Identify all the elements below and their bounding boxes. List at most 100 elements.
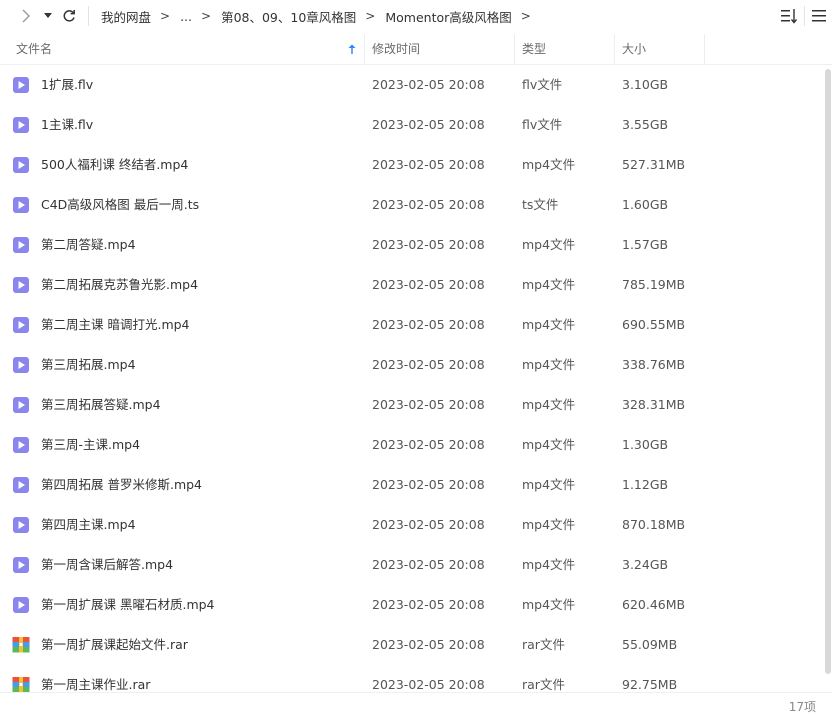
status-bar: 17项 — [0, 692, 832, 718]
file-size: 1.30GB — [622, 437, 669, 452]
file-size: 785.19MB — [622, 277, 686, 292]
breadcrumb-separator: > — [201, 9, 212, 23]
breadcrumb-separator: > — [365, 9, 376, 23]
file-name: 第四周拓展 普罗米修斯.mp4 — [41, 477, 203, 492]
file-modified-time: 2023-02-05 20:08 — [372, 197, 485, 212]
file-modified-time: 2023-02-05 20:08 — [372, 597, 485, 612]
file-name: 1扩展.flv — [41, 77, 94, 92]
file-name: 第二周拓展克苏鲁光影.mp4 — [41, 277, 199, 292]
file-size: 3.10GB — [622, 77, 669, 92]
history-dropdown-button[interactable] — [40, 4, 56, 28]
file-row[interactable]: 第一周含课后解答.mp4 2023-02-05 20:08 mp4文件 3.24… — [0, 545, 824, 585]
file-row[interactable]: 1扩展.flv 2023-02-05 20:08 flv文件 3.10GB — [0, 65, 824, 105]
video-file-icon — [13, 357, 29, 373]
file-size: 870.18MB — [622, 517, 686, 532]
column-header-size[interactable]: 大小 — [614, 34, 704, 64]
file-name: 第二周答疑.mp4 — [41, 237, 136, 252]
file-name: 第一周含课后解答.mp4 — [41, 557, 174, 572]
file-size: 3.55GB — [622, 117, 669, 132]
file-name: 1主课.flv — [41, 117, 94, 132]
toolbar-divider — [88, 6, 89, 26]
file-browser-window: 我的网盘 > ... > 第08、09、10章风格图 > Momentor高级风… — [0, 0, 832, 718]
file-row[interactable]: 第一周扩展课起始文件.rar 2023-02-05 20:08 rar文件 55… — [0, 625, 824, 665]
file-row[interactable]: 第三周拓展答疑.mp4 2023-02-05 20:08 mp4文件 328.3… — [0, 385, 824, 425]
file-modified-time: 2023-02-05 20:08 — [372, 517, 485, 532]
file-row[interactable]: 第一周扩展课 黑曜石材质.mp4 2023-02-05 20:08 mp4文件 … — [0, 585, 824, 625]
video-file-icon — [13, 317, 29, 333]
scrollbar-thumb[interactable] — [825, 69, 831, 674]
file-row[interactable]: 1主课.flv 2023-02-05 20:08 flv文件 3.55GB — [0, 105, 824, 145]
file-row[interactable]: 第三周-主课.mp4 2023-02-05 20:08 mp4文件 1.30GB — [0, 425, 824, 465]
caret-down-icon — [44, 13, 52, 18]
back-button[interactable] — [14, 4, 38, 28]
file-type: mp4文件 — [522, 437, 576, 452]
file-type: mp4文件 — [522, 597, 576, 612]
file-row[interactable]: 第二周答疑.mp4 2023-02-05 20:08 mp4文件 1.57GB — [0, 225, 824, 265]
file-size: 55.09MB — [622, 637, 678, 652]
file-modified-time: 2023-02-05 20:08 — [372, 277, 485, 292]
video-file-icon — [13, 237, 29, 253]
column-header-name[interactable]: 文件名 — [0, 34, 364, 64]
file-size: 690.55MB — [622, 317, 686, 332]
breadcrumb-item-current[interactable]: Momentor高级风格图 — [385, 7, 511, 26]
sort-ascending-icon[interactable] — [347, 43, 357, 55]
file-modified-time: 2023-02-05 20:08 — [372, 557, 485, 572]
file-row[interactable]: 第三周拓展.mp4 2023-02-05 20:08 mp4文件 338.76M… — [0, 345, 824, 385]
file-row[interactable]: 第二周主课 暗调打光.mp4 2023-02-05 20:08 mp4文件 69… — [0, 305, 824, 345]
file-modified-time: 2023-02-05 20:08 — [372, 237, 485, 252]
file-row[interactable]: 第二周拓展克苏鲁光影.mp4 2023-02-05 20:08 mp4文件 78… — [0, 265, 824, 305]
file-list: 1扩展.flv 2023-02-05 20:08 flv文件 3.10GB 1主… — [0, 65, 824, 692]
sort-list-icon — [781, 9, 798, 24]
file-row[interactable]: 第四周拓展 普罗米修斯.mp4 2023-02-05 20:08 mp4文件 1… — [0, 465, 824, 505]
video-file-icon — [13, 437, 29, 453]
file-type: mp4文件 — [522, 237, 576, 252]
file-type: mp4文件 — [522, 477, 576, 492]
file-name: 第三周拓展答疑.mp4 — [41, 397, 161, 412]
file-name: 第一周扩展课 黑曜石材质.mp4 — [41, 597, 215, 612]
video-file-icon — [13, 277, 29, 293]
file-name: C4D高级风格图 最后一周.ts — [41, 197, 200, 212]
toolbar-divider — [804, 6, 805, 26]
video-file-icon — [13, 557, 29, 573]
view-mode-button[interactable] — [810, 6, 828, 26]
file-type: mp4文件 — [522, 517, 576, 532]
file-type: mp4文件 — [522, 317, 576, 332]
file-row[interactable]: 500人福利课 终结者.mp4 2023-02-05 20:08 mp4文件 5… — [0, 145, 824, 185]
video-file-icon — [13, 117, 29, 133]
file-type: ts文件 — [522, 197, 559, 212]
file-modified-time: 2023-02-05 20:08 — [372, 477, 485, 492]
file-name: 第三周-主课.mp4 — [41, 437, 141, 452]
column-header-modified-time[interactable]: 修改时间 — [364, 34, 514, 64]
file-type: rar文件 — [522, 677, 565, 692]
file-modified-time: 2023-02-05 20:08 — [372, 437, 485, 452]
sort-order-button[interactable] — [780, 6, 798, 26]
breadcrumb-item-parent[interactable]: 第08、09、10章风格图 — [221, 7, 356, 26]
column-header-type[interactable]: 类型 — [514, 34, 614, 64]
file-type: mp4文件 — [522, 397, 576, 412]
file-size: 1.12GB — [622, 477, 669, 492]
breadcrumb-separator[interactable]: > — [521, 9, 531, 23]
file-modified-time: 2023-02-05 20:08 — [372, 677, 485, 692]
file-type: mp4文件 — [522, 277, 576, 292]
refresh-icon — [63, 10, 75, 22]
breadcrumb-separator: > — [160, 9, 171, 23]
file-name: 第二周主课 暗调打光.mp4 — [41, 317, 190, 332]
file-row[interactable]: C4D高级风格图 最后一周.ts 2023-02-05 20:08 ts文件 1… — [0, 185, 824, 225]
file-modified-time: 2023-02-05 20:08 — [372, 77, 485, 92]
breadcrumb-ellipsis[interactable]: ... — [180, 9, 192, 24]
file-type: mp4文件 — [522, 157, 576, 172]
video-file-icon — [13, 197, 29, 213]
file-row[interactable]: 第四周主课.mp4 2023-02-05 20:08 mp4文件 870.18M… — [0, 505, 824, 545]
file-modified-time: 2023-02-05 20:08 — [372, 117, 485, 132]
video-file-icon — [13, 477, 29, 493]
file-size: 92.75MB — [622, 677, 678, 692]
file-row[interactable]: 第一周主课作业.rar 2023-02-05 20:08 rar文件 92.75… — [0, 665, 824, 692]
file-name: 第三周拓展.mp4 — [41, 357, 136, 372]
file-type: flv文件 — [522, 77, 563, 92]
breadcrumb-item-root[interactable]: 我的网盘 — [101, 7, 151, 26]
rar-archive-icon — [12, 637, 30, 653]
file-type: rar文件 — [522, 637, 565, 652]
refresh-button[interactable] — [58, 4, 80, 28]
column-divider[interactable] — [704, 34, 705, 64]
file-size: 1.57GB — [622, 237, 669, 252]
